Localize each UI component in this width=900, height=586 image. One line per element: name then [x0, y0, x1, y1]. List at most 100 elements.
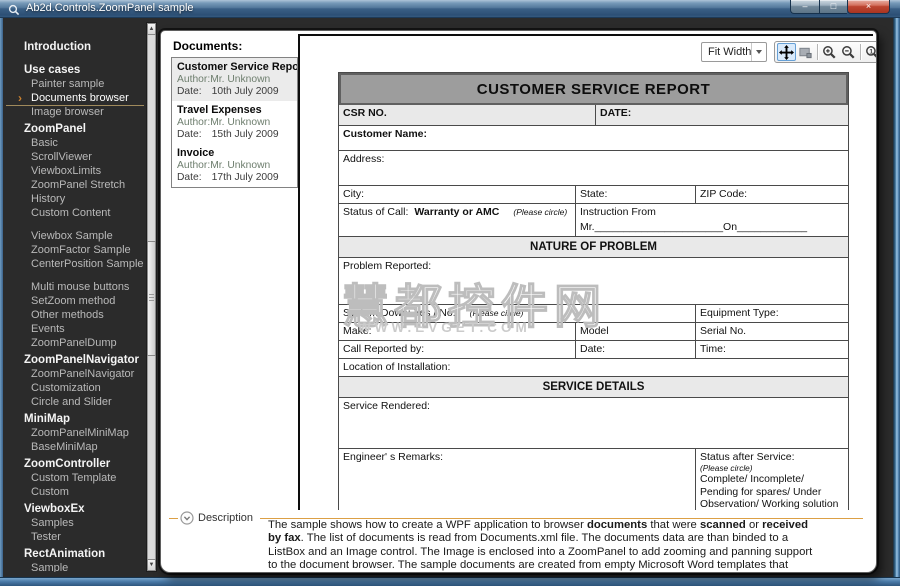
sidebar-item-history[interactable]: History: [6, 193, 144, 207]
field-csr-no: CSR NO.: [339, 105, 596, 125]
application-window: Ab2d.Controls.ZoomPanel sample – □ × Int…: [0, 0, 900, 586]
sidebar-item-custom-template[interactable]: Custom Template: [6, 472, 144, 486]
description-expander-button[interactable]: [180, 511, 194, 525]
sidebar-item-centerposition-sample[interactable]: CenterPosition Sample: [6, 258, 144, 272]
sidebar-item-zoompanelminimap[interactable]: ZoomPanelMiniMap: [6, 427, 144, 441]
sidebar-scrollbar[interactable]: ▲ ▼: [146, 22, 157, 572]
sidebar-item-minimap[interactable]: MiniMap: [6, 413, 144, 427]
sidebar-item-tester[interactable]: Tester: [6, 531, 144, 545]
sidebar-item-label: Custom Content: [31, 207, 110, 219]
field-state: State:: [576, 186, 696, 203]
form-title: CUSTOMER SERVICE REPORT: [339, 73, 848, 105]
sidebar-item-custom[interactable]: Custom: [6, 486, 144, 500]
field-city: City:: [339, 186, 576, 203]
sidebar-item-label: Use cases: [24, 64, 80, 76]
zoom-mode-combobox[interactable]: Fit Width: [701, 42, 767, 62]
field-time: Time:: [696, 341, 848, 358]
document-list-item[interactable]: InvoiceAuthor:Mr. UnknownDate:17th July …: [172, 144, 297, 187]
sidebar-item-scrollviewer[interactable]: ScrollViewer: [6, 151, 144, 165]
field-address: Address:: [339, 151, 848, 185]
sidebar-item-label: ZoomPanelNavigator: [24, 354, 139, 366]
sidebar-item-use-cases[interactable]: Use cases: [6, 64, 144, 78]
selected-item-arrow-icon: ›: [18, 92, 22, 106]
zoom-mode-value: Fit Width: [702, 46, 751, 58]
sidebar-item-zoompanelnavigator[interactable]: ZoomPanelNavigator: [6, 354, 144, 368]
sidebar-item-rectanimation[interactable]: RectAnimation: [6, 548, 144, 562]
sidebar-item-viewbox-sample[interactable]: Viewbox Sample: [6, 230, 144, 244]
sidebar-item-zoomfactor-sample[interactable]: ZoomFactor Sample: [6, 244, 144, 258]
sidebar-nav: Introduction Use cases Painter sample›Docu…: [6, 22, 144, 572]
document-title: Invoice: [177, 147, 292, 159]
sidebar-item-custom-content[interactable]: Custom Content: [6, 207, 144, 221]
field-date-header: DATE:: [596, 105, 848, 125]
combobox-dropdown[interactable]: [751, 43, 766, 61]
sidebar-item-label: SetZoom method: [31, 295, 115, 307]
field-service-rendered: Service Rendered:: [339, 398, 848, 448]
maximize-button[interactable]: □: [819, 0, 847, 14]
sidebar-item-image-browser[interactable]: Image browser: [6, 106, 144, 120]
sidebar-item-documents-browser[interactable]: ›Documents browser: [6, 92, 144, 106]
sidebar-item-zoompanelnavigator[interactable]: ZoomPanelNavigator: [6, 368, 144, 382]
sidebar-item-basic[interactable]: Basic: [6, 137, 144, 151]
window-title: Ab2d.Controls.ZoomPanel sample: [26, 2, 194, 14]
field-serial-no: Serial No.: [696, 323, 848, 340]
sidebar-item-label: Samples: [31, 517, 74, 529]
zoom-reset-button[interactable]: 1: [863, 43, 877, 61]
documents-listbox[interactable]: Customer Service ReportAuthor:Mr. Unknow…: [171, 57, 298, 188]
watermark-url: WWW.EVGET.COM: [358, 320, 531, 335]
document-author: Author:Mr. Unknown: [177, 160, 292, 171]
scrollbar-thumb[interactable]: [147, 241, 156, 356]
document-list-item[interactable]: Travel ExpensesAuthor:Mr. UnknownDate:15…: [172, 101, 297, 144]
field-status-of-call: Status of Call:Warranty or AMC(Please ci…: [339, 204, 576, 236]
close-button[interactable]: ×: [847, 0, 890, 14]
sidebar-item-setzoom-method[interactable]: SetZoom method: [6, 295, 144, 309]
sidebar-item-label: BaseMiniMap: [31, 441, 98, 453]
field-engineers-remarks: Engineer' s Remarks:: [339, 449, 696, 510]
document-date: Date:15th July 2009: [177, 129, 292, 140]
sidebar-item-circle-and-slider[interactable]: Circle and Slider: [6, 396, 144, 410]
document-list-item[interactable]: Customer Service ReportAuthor:Mr. Unknow…: [172, 58, 297, 101]
sidebar-item-label: ZoomPanelDump: [31, 337, 117, 349]
window-border-bottom: [0, 577, 900, 586]
sidebar-item-label: Basic: [31, 137, 58, 149]
sidebar-item-samples[interactable]: Samples: [6, 517, 144, 531]
sidebar-item-zoomcontroller[interactable]: ZoomController: [6, 458, 144, 472]
sidebar-item-zoompanel[interactable]: ZoomPanel: [6, 123, 144, 137]
sidebar-item-other-methods[interactable]: Other methods: [6, 309, 144, 323]
sidebar-item-zoompaneldump[interactable]: ZoomPanelDump: [6, 337, 144, 351]
document-preview[interactable]: CUSTOMER SERVICE REPORT CSR NO. DATE: Cu…: [298, 34, 873, 510]
minimize-button[interactable]: –: [790, 0, 819, 14]
sidebar-item-label: Introduction: [24, 41, 91, 53]
sidebar-item-customization[interactable]: Customization: [6, 382, 144, 396]
scrollbar-up-icon[interactable]: ▲: [147, 23, 156, 35]
please-circle-note: (Please circle): [513, 207, 567, 217]
sidebar-item-events[interactable]: Events: [6, 323, 144, 337]
sidebar-item-label: Other methods: [31, 309, 104, 321]
zoom-in-button[interactable]: [820, 43, 839, 61]
sidebar-item-label: ZoomPanelNavigator: [31, 368, 134, 380]
chevron-down-circle-icon: [180, 511, 194, 525]
sidebar-item-label: Tester: [31, 531, 61, 543]
title-bar[interactable]: Ab2d.Controls.ZoomPanel sample – □ ×: [0, 0, 900, 18]
sidebar-item-label: ViewboxEx: [24, 503, 85, 515]
sidebar-item-label: Customization: [31, 382, 101, 394]
sidebar-item-sample[interactable]: Sample: [6, 562, 144, 572]
sidebar-item-viewboxex[interactable]: ViewboxEx: [6, 503, 144, 517]
sidebar-item-introduction[interactable]: Introduction: [6, 41, 144, 55]
sidebar-item-label: RectAnimation: [24, 548, 105, 560]
zoom-out-button[interactable]: [839, 43, 858, 61]
document-date: Date:17th July 2009: [177, 172, 292, 183]
section-service-details: SERVICE DETAILS: [339, 377, 848, 398]
sidebar-item-painter-sample[interactable]: Painter sample: [6, 78, 144, 92]
move-tool-button[interactable]: [777, 43, 796, 61]
rect-zoom-button[interactable]: [796, 43, 815, 61]
sidebar-item-baseminimap[interactable]: BaseMiniMap: [6, 441, 144, 455]
sidebar-item-label: Events: [31, 323, 65, 335]
sidebar-item-multi-mouse-buttons[interactable]: Multi mouse buttons: [6, 281, 144, 295]
sidebar-item-label: Viewbox Sample: [31, 230, 113, 242]
sidebar-item-zoompanel-stretch[interactable]: ZoomPanel Stretch: [6, 179, 144, 193]
scrollbar-down-icon[interactable]: ▼: [147, 559, 156, 571]
sidebar-item-viewboxlimits[interactable]: ViewboxLimits: [6, 165, 144, 179]
field-status-after-service: Status after Service: (Please circle) Co…: [696, 449, 848, 510]
zoom-toolbar: 1: [774, 41, 877, 63]
